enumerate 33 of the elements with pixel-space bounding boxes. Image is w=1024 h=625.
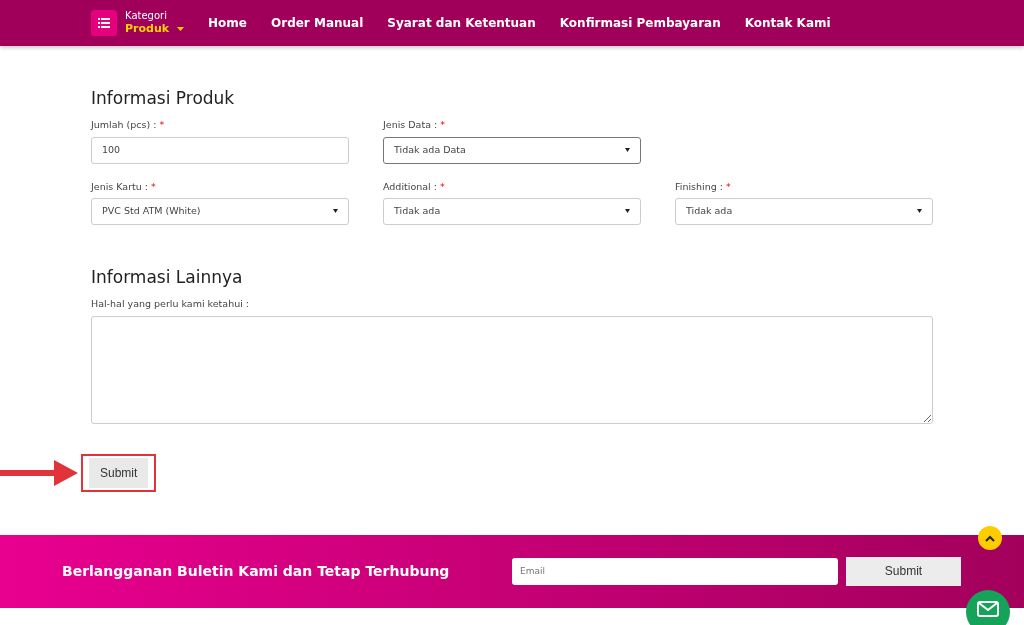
nav-link[interactable]: Syarat dan Ketentuan — [387, 14, 536, 32]
caret-icon — [917, 209, 922, 214]
select-field[interactable]: Tidak ada Data — [383, 136, 641, 164]
field-label: Finishing : * — [675, 179, 732, 194]
chevron-up-icon — [985, 534, 995, 542]
scroll-top-button[interactable] — [978, 526, 1002, 550]
select-field[interactable]: Tidak ada — [675, 197, 933, 225]
select-field[interactable]: Tidak ada — [383, 197, 641, 225]
category-label: Kategori — [125, 10, 168, 23]
field-label: Hal-hal yang perlu kami ketahui : — [91, 297, 251, 312]
caret-icon — [333, 209, 338, 214]
field-label: Jumlah (pcs) : * — [91, 118, 166, 133]
field-label: Jenis Kartu : * — [91, 179, 157, 194]
field-label: Additional : * — [383, 179, 446, 194]
field-label: Jenis Data : * — [383, 118, 446, 133]
nav-link[interactable]: Order Manual — [271, 14, 364, 32]
email-field[interactable]: Email — [512, 557, 838, 585]
submit-button[interactable]: Submit — [89, 457, 149, 488]
subscribe-button[interactable]: Submit — [846, 556, 961, 586]
caret-icon — [177, 27, 185, 31]
caret-icon — [625, 148, 630, 153]
category-dropdown[interactable]: Produk — [125, 22, 170, 36]
select-field[interactable]: PVC Std ATM (White) — [91, 197, 349, 225]
newsletter-heading: Berlangganan Buletin Kami dan Tetap Terhubung — [62, 561, 451, 581]
menu-icon[interactable] — [91, 10, 117, 36]
nav-link[interactable]: Home — [208, 14, 247, 32]
nav-link[interactable]: Kontak Kami — [744, 14, 831, 32]
section-heading: Informasi Lainnya — [91, 266, 244, 288]
caret-icon — [625, 209, 630, 214]
envelope-icon — [977, 601, 999, 617]
nav-link[interactable]: Konfirmasi Pembayaran — [559, 14, 721, 32]
section-heading: Informasi Produk — [91, 88, 236, 109]
quantity-input[interactable]: 100 — [91, 136, 349, 164]
